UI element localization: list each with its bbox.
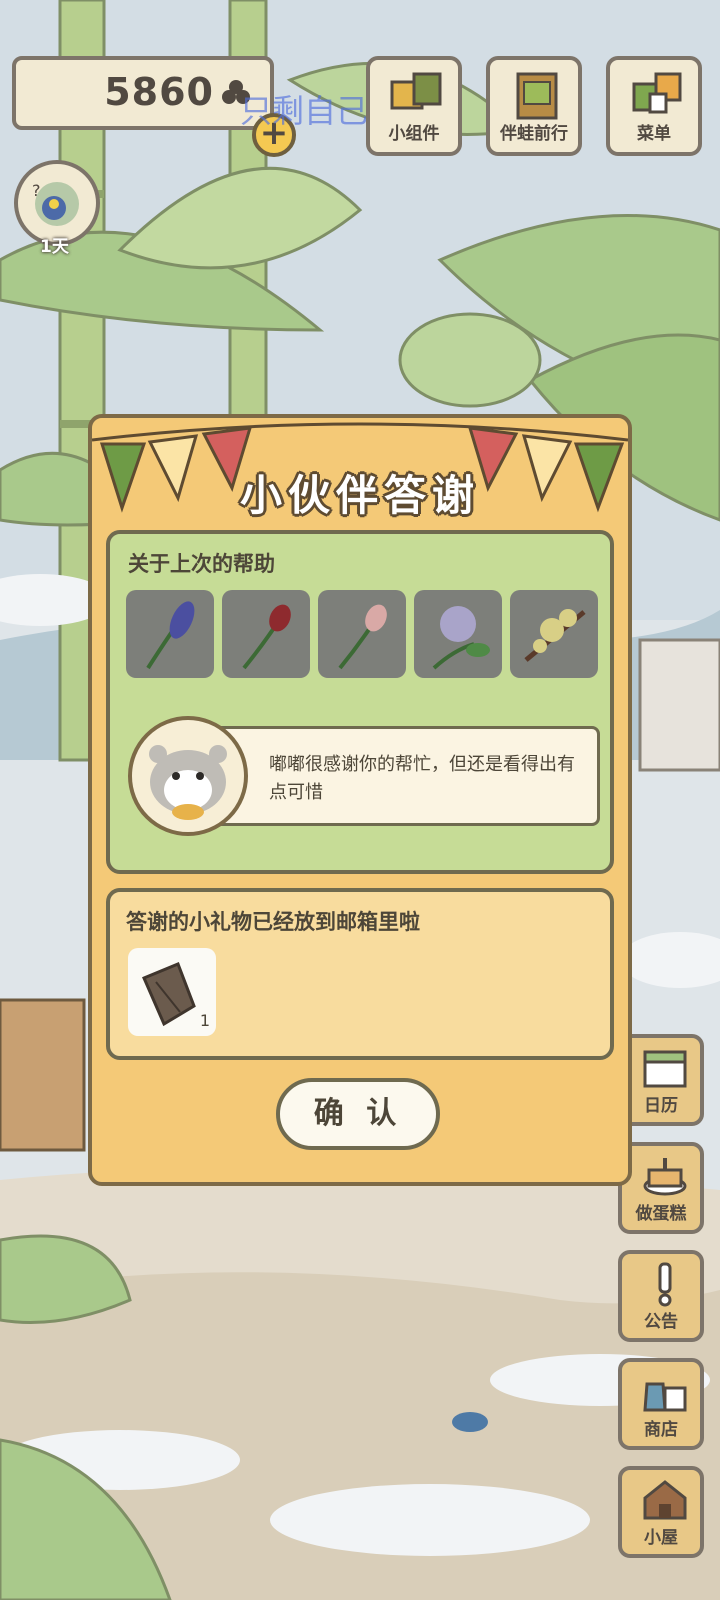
hamster-icon (149, 745, 227, 820)
cake-icon (643, 1158, 687, 1196)
calendar-label: 日历 (644, 1096, 678, 1116)
menu-cards-icon (632, 72, 682, 114)
hamster-avatar (128, 716, 248, 836)
frog-journey-label: 伴蛙前行 (500, 124, 568, 144)
flower-slot (510, 590, 598, 678)
hyacinth-icon (146, 601, 195, 670)
dialog-title: 小伙伴答谢 (239, 471, 480, 520)
calendar-icon (643, 1050, 687, 1088)
svg-text:?: ? (32, 181, 41, 200)
confirm-button[interactable]: 确 认 (276, 1078, 440, 1150)
frog-book-icon (516, 72, 558, 120)
clover-count: 5860 (104, 70, 214, 114)
flower-list (126, 590, 602, 680)
yellow-blossom-icon (524, 609, 586, 662)
flower-slot (318, 590, 406, 678)
gift-item-count: 1 (199, 1011, 210, 1030)
gift-panel: 答谢的小礼物已经放到邮箱里啦 1 (106, 888, 614, 1060)
speech-bubble: 嘟嘟很感谢你的帮忙，但还是看得出有点可惜 (210, 726, 600, 826)
day-count: 1天 (40, 237, 69, 257)
gift-section-title: 答谢的小礼物已经放到邮箱里啦 (126, 910, 420, 934)
lilac-icon (432, 606, 490, 670)
help-section-title: 关于上次的帮助 (128, 552, 275, 576)
shop-button[interactable]: 商店 (618, 1358, 704, 1450)
shop-bags-icon (643, 1382, 687, 1412)
bake-cake-label: 做蛋糕 (635, 1204, 687, 1224)
flower-slot (414, 590, 502, 678)
flower-slot (222, 590, 310, 678)
widget-button[interactable]: 小组件 (366, 56, 462, 156)
menu-label: 菜单 (637, 124, 671, 144)
exclamation-icon (658, 1262, 672, 1307)
widget-icon (390, 72, 442, 110)
help-panel: 关于上次的帮助 嘟嘟很感谢你的帮忙，但还是看得出有点可惜 (106, 530, 614, 874)
thanks-dialog: 小伙伴答谢 关于上次的帮助 嘟嘟很感谢你的帮忙，但还是看得出有点可惜 答谢的小礼… (88, 414, 632, 1186)
notice-label: 公告 (644, 1312, 678, 1332)
speech-text: 嘟嘟很感谢你的帮忙，但还是看得出有点可惜 (269, 754, 575, 803)
house-button[interactable]: 小屋 (618, 1466, 704, 1558)
frog-status-icon: ? (32, 181, 79, 226)
red-tulip-icon (242, 604, 291, 670)
house-label: 小屋 (644, 1528, 678, 1548)
gift-item-slot: 1 (128, 948, 216, 1036)
menu-button[interactable]: 菜单 (606, 56, 702, 156)
house-icon (643, 1480, 687, 1520)
notice-button[interactable]: 公告 (618, 1250, 704, 1342)
flower-slot (126, 590, 214, 678)
clover-counter: 5860 (12, 56, 274, 130)
widget-label: 小组件 (388, 124, 440, 144)
shop-label: 商店 (644, 1420, 678, 1440)
frog-journey-button[interactable]: 伴蛙前行 (486, 56, 582, 156)
pink-tulip-icon (338, 604, 387, 670)
